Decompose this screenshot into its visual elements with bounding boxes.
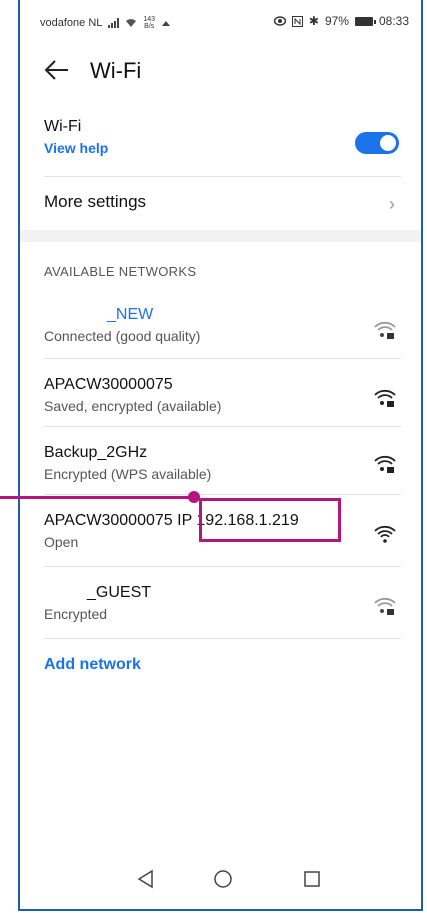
divider [44,494,401,495]
network-status: Encrypted [44,606,108,622]
signal-icon [108,18,120,28]
available-networks-header: AVAILABLE NETWORKS [44,264,399,279]
wifi-label: Wi-Fi [44,118,82,135]
divider [44,358,401,359]
network-item[interactable]: Backup_2GHz Encrypted (WPS available) [44,444,399,494]
wifi-lock-icon [374,321,396,339]
add-network-row[interactable]: Add network [44,656,399,674]
add-network-button[interactable]: Add network [44,656,399,674]
divider [44,638,401,639]
network-item[interactable]: APACW30000075 Saved, encrypted (availabl… [44,376,399,426]
back-nav-icon[interactable] [134,867,158,891]
wifi-status-icon [126,19,137,27]
network-name: APACW30000075 [44,376,173,393]
more-settings-row[interactable]: More settings › [44,192,399,222]
network-status: Connected (good quality) [44,328,201,344]
network-speed: 143 B/s [143,16,155,30]
more-settings-label: More settings [44,192,147,211]
section-title: AVAILABLE NETWORKS [44,264,197,279]
carrier-label: vodafone NL [40,17,103,29]
wifi-toggle-switch[interactable] [355,132,399,154]
chevron-right-icon: › [389,194,395,214]
network-item[interactable]: _GUEST Encrypted [44,584,399,634]
phone-screen: vodafone NL 143 B/s ✱ 97% 08:33 Wi-Fi Wi… [18,0,423,911]
view-help-link[interactable]: View help [44,140,399,156]
cloud-icon [162,21,171,26]
clock: 08:33 [378,14,409,28]
home-nav-icon[interactable] [211,867,235,891]
wifi-lock-icon [374,455,396,473]
section-gap [20,230,421,242]
wifi-icon [374,525,396,543]
divider [44,426,401,427]
wifi-toggle-row[interactable]: Wi-Fi View help [44,118,399,174]
navigation-bar [20,849,421,909]
network-status: Encrypted (WPS available) [44,466,212,482]
eye-icon [273,16,286,26]
divider [44,176,401,177]
recents-nav-icon[interactable] [300,867,324,891]
page-title: Wi-Fi [90,58,142,83]
network-name: _GUEST [87,584,152,601]
status-bar: vodafone NL 143 B/s ✱ 97% 08:33 [20,0,421,42]
speed-unit: B/s [144,23,155,30]
divider [44,566,401,567]
page-header: Wi-Fi [20,52,421,92]
wifi-lock-icon [374,597,396,615]
network-name: Backup_2GHz [44,444,148,461]
back-arrow-icon[interactable] [42,56,70,84]
annotation-line [0,496,198,499]
wifi-lock-icon [374,389,396,407]
battery-icon [354,16,376,26]
battery-percent: 97% [324,14,349,28]
network-name: _NEW [107,306,154,323]
bluetooth-icon: ✱ [308,14,319,28]
nfc-icon [291,15,303,27]
network-item[interactable]: _NEW Connected (good quality) [44,306,399,356]
annotation-highlight-box [199,498,341,542]
speed-value: 143 [143,16,156,23]
network-status: Saved, encrypted (available) [44,398,222,414]
